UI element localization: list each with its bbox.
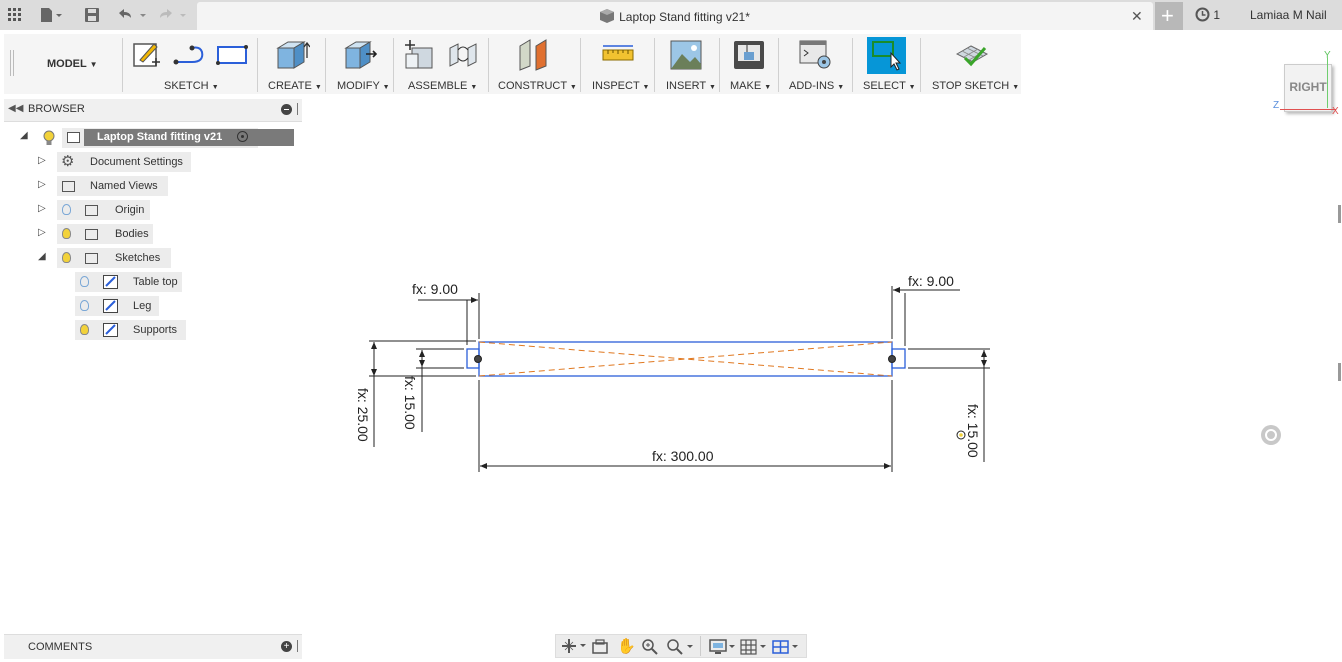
add-comment-icon[interactable]: + — [281, 641, 292, 652]
sketch-point-marker-fill — [959, 433, 963, 437]
construction-lines — [478, 341, 893, 377]
panel-grip[interactable] — [297, 640, 299, 652]
sketch-profile[interactable] — [466, 341, 906, 377]
display-settings-icon[interactable] — [709, 639, 737, 658]
dimension-left-width[interactable]: fx: 9.00 — [412, 281, 458, 297]
navigation-bar: ✋ — [555, 634, 807, 658]
sketch-point[interactable] — [474, 355, 482, 363]
dimension-left-height-inner[interactable]: fx: 15.00 — [402, 376, 418, 430]
look-at-icon[interactable] — [592, 639, 608, 658]
grid-settings-icon[interactable] — [740, 639, 768, 658]
fit-zoom-icon[interactable] — [667, 639, 695, 658]
comments-title: COMMENTS — [28, 641, 93, 653]
nav-separator — [700, 636, 701, 656]
viewports-icon[interactable] — [772, 639, 800, 658]
dimension-right-width[interactable]: fx: 9.00 — [908, 273, 954, 289]
comments-panel[interactable]: COMMENTS + — [4, 634, 302, 659]
dimension-left-height-outer[interactable]: fx: 25.00 — [355, 388, 371, 442]
pan-hand-icon[interactable]: ✋ — [617, 637, 636, 655]
sketch-canvas[interactable]: fx: 9.00 fx: 9.00 fx: 300.00 fx: 25.00 f… — [0, 0, 1342, 662]
orbit-icon[interactable] — [561, 638, 587, 657]
sketch-point[interactable] — [888, 355, 896, 363]
dimension-length[interactable]: fx: 300.00 — [652, 448, 714, 464]
dimension-right-height[interactable]: fx: 15.00 — [965, 404, 981, 458]
dimension-lines — [369, 286, 990, 472]
zoom-icon[interactable] — [642, 639, 658, 658]
